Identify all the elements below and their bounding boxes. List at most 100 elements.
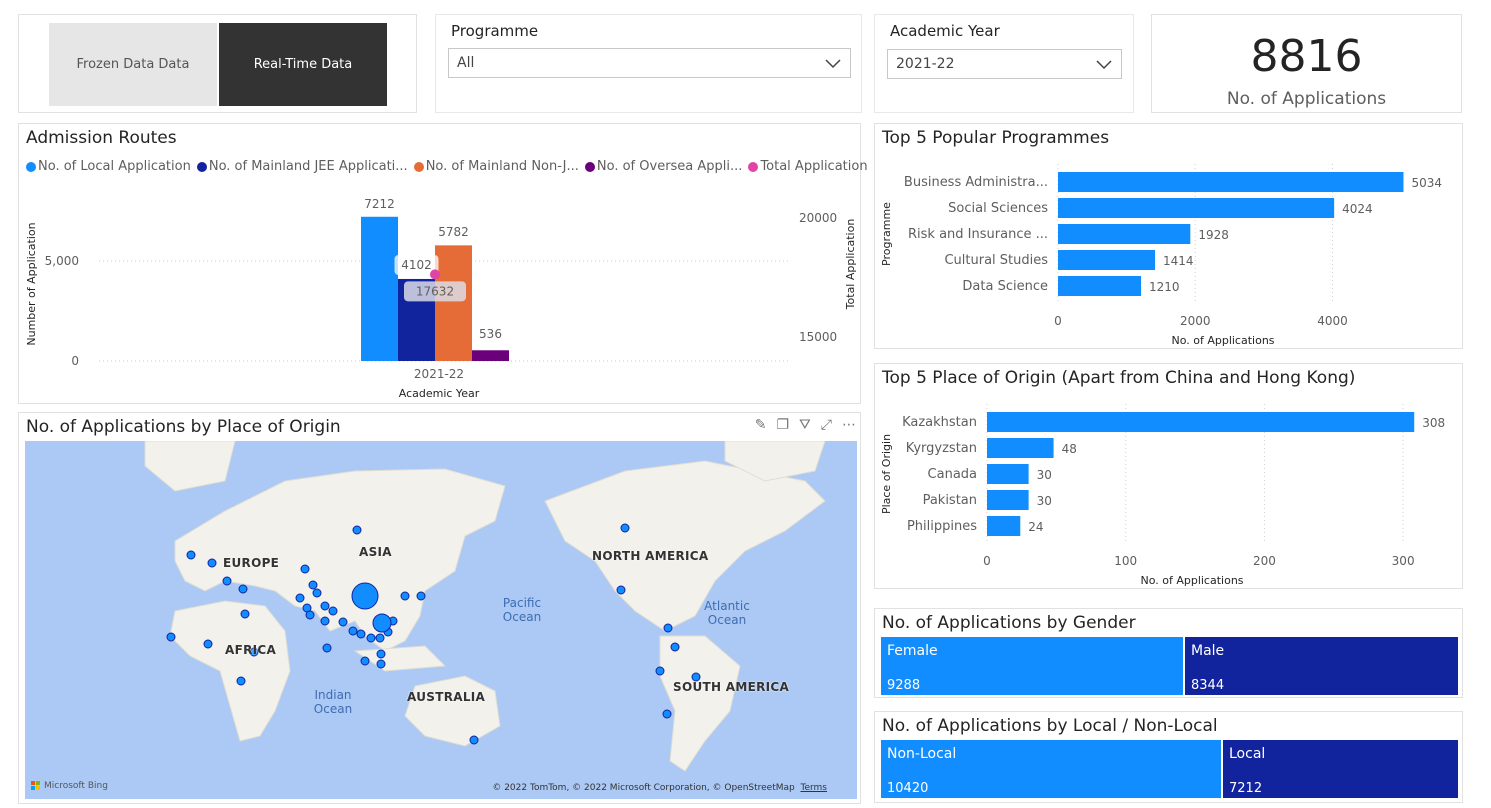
data-label: 308 bbox=[1422, 416, 1445, 430]
x-tick-label: 2000 bbox=[1180, 314, 1211, 328]
data-label-local: 7212 bbox=[364, 197, 395, 211]
continent-label-africa: AFRICA bbox=[225, 643, 277, 657]
filter-icon[interactable]: ⛛ bbox=[799, 417, 811, 433]
academic-year-dropdown[interactable]: 2021-22 bbox=[887, 49, 1122, 79]
top-origins-chart: Top 5 Place of Origin (Apart from China … bbox=[874, 363, 1463, 589]
map-bubble-medium bbox=[372, 613, 392, 633]
total-application-point bbox=[430, 269, 440, 280]
map-bubble bbox=[236, 676, 246, 686]
bar-3 bbox=[435, 245, 472, 361]
category-label: Data Science bbox=[962, 279, 1048, 294]
category-label: Pakistan bbox=[923, 493, 977, 508]
data-label: 1414 bbox=[1163, 254, 1194, 268]
treemap-tile-local[interactable]: Local 7212 bbox=[1223, 740, 1458, 798]
world-map[interactable]: EUROPE ASIA NORTH AMERICA AFRICA SOUTH A… bbox=[25, 441, 857, 799]
y2-tick-label: 20000 bbox=[799, 211, 837, 225]
microsoft-logo-icon bbox=[31, 781, 40, 790]
top-origins-plot: 0 100 200 300 Kazakhstan 308 Kyrgyzstan 48 Canad… bbox=[880, 404, 1445, 587]
map-bubble bbox=[186, 550, 196, 560]
tile-label: Non-Local bbox=[887, 746, 957, 762]
map-bubble bbox=[366, 633, 376, 643]
map-bubble bbox=[240, 609, 250, 619]
bing-label: Microsoft Bing bbox=[44, 781, 108, 791]
x-axis-title: No. of Applications bbox=[1171, 334, 1274, 347]
x-tick-label: 300 bbox=[1392, 554, 1415, 568]
category-label: Kazakhstan bbox=[902, 415, 977, 430]
x-tick-label: 4000 bbox=[1317, 314, 1348, 328]
tile-label: Female bbox=[887, 643, 938, 659]
programme-slicer: Programme All bbox=[435, 14, 862, 113]
category-label: Social Sciences bbox=[948, 201, 1048, 216]
map-bubble bbox=[207, 558, 217, 568]
terms-link[interactable]: Terms bbox=[800, 783, 827, 793]
y2-axis-title: Total Application bbox=[844, 219, 857, 311]
north-america-landmass bbox=[544, 460, 826, 632]
category-label: Canada bbox=[928, 467, 977, 482]
programme-dropdown-value: All bbox=[457, 55, 475, 71]
map-bubble bbox=[222, 576, 232, 586]
bar-3 bbox=[987, 464, 1029, 484]
bing-logo: Microsoft Bing bbox=[31, 781, 108, 791]
australia-landmass bbox=[404, 675, 501, 747]
bar-2 bbox=[1058, 198, 1335, 218]
bar-4 bbox=[472, 350, 509, 361]
map-bubble bbox=[376, 659, 386, 669]
admission-routes-plot: 0 5,000 15000 20000 Number of Application Tot… bbox=[25, 197, 857, 400]
bar-1 bbox=[361, 216, 398, 361]
continent-label-europe: EUROPE bbox=[223, 556, 280, 570]
greenland-landmass bbox=[144, 441, 236, 492]
treemap-tile-female[interactable]: Female 9288 bbox=[881, 637, 1183, 695]
map-bubble bbox=[400, 591, 410, 601]
map-bubble bbox=[348, 626, 358, 636]
bar-3 bbox=[1058, 224, 1191, 244]
academic-year-slicer-label: Academic Year bbox=[890, 22, 1000, 40]
chart-title: No. of Applications by Gender bbox=[882, 613, 1136, 633]
map-bubble bbox=[655, 666, 665, 676]
map-bubble bbox=[620, 523, 630, 533]
realtime-data-button[interactable]: Real-Time Data bbox=[219, 23, 387, 106]
chart-title: No. of Applications by Local / Non-Local bbox=[882, 716, 1218, 736]
frozen-data-button[interactable]: Frozen Data Data bbox=[49, 23, 217, 106]
tile-value: 9288 bbox=[887, 678, 921, 693]
bar-4 bbox=[1058, 250, 1156, 270]
copy-icon[interactable]: ❐ bbox=[776, 417, 789, 433]
more-options-icon[interactable]: ⋯ bbox=[842, 417, 856, 433]
map-bubble bbox=[616, 585, 626, 595]
x-tick-label: 2021-22 bbox=[414, 367, 464, 381]
continent-label-south-america: SOUTH AMERICA bbox=[673, 680, 790, 694]
x-tick-label: 0 bbox=[1054, 314, 1062, 328]
data-label: 48 bbox=[1062, 442, 1077, 456]
pin-icon[interactable]: ✎ bbox=[755, 417, 767, 433]
programme-dropdown[interactable]: All bbox=[448, 48, 851, 78]
kpi-label: No. of Applications bbox=[1226, 89, 1387, 109]
bar-4 bbox=[987, 490, 1029, 510]
treemap-tile-male[interactable]: Male 8344 bbox=[1185, 637, 1458, 695]
category-label: Philippines bbox=[907, 519, 977, 534]
chevron-down-icon bbox=[825, 59, 841, 69]
data-label: 30 bbox=[1037, 468, 1052, 482]
data-label-non-jee: 5782 bbox=[438, 225, 469, 239]
top-programmes-plot: 0 2000 4000 Business Administra... 5034 Socia… bbox=[880, 164, 1442, 347]
map-bubble bbox=[356, 629, 366, 639]
focus-mode-icon[interactable]: ⤢ bbox=[821, 417, 832, 433]
map-bubble bbox=[322, 643, 332, 653]
bar-2 bbox=[987, 438, 1054, 458]
category-label: Risk and Insurance ... bbox=[908, 227, 1048, 242]
data-label: 1928 bbox=[1198, 228, 1229, 242]
category-label: Kyrgyzstan bbox=[906, 441, 977, 456]
category-label: Cultural Studies bbox=[944, 253, 1048, 268]
data-label-total: 17632 bbox=[416, 284, 454, 298]
continent-label-asia: ASIA bbox=[359, 545, 392, 559]
map-bubble bbox=[338, 617, 348, 627]
tile-value: 7212 bbox=[1229, 781, 1263, 796]
academic-year-dropdown-value: 2021-22 bbox=[896, 56, 955, 72]
treemap-tile-non-local[interactable]: Non-Local 10420 bbox=[881, 740, 1221, 798]
y-axis-title: Number of Application bbox=[25, 222, 38, 345]
south-america-landmass bbox=[659, 635, 741, 772]
data-label-oversea: 536 bbox=[479, 327, 502, 341]
visual-header-icons: ✎ ❐ ⛛ ⤢ ⋯ bbox=[755, 417, 856, 433]
bar-5 bbox=[987, 516, 1021, 536]
y-tick-label: 5,000 bbox=[45, 254, 79, 268]
map-bubble bbox=[166, 632, 176, 642]
data-label: 24 bbox=[1028, 520, 1043, 534]
